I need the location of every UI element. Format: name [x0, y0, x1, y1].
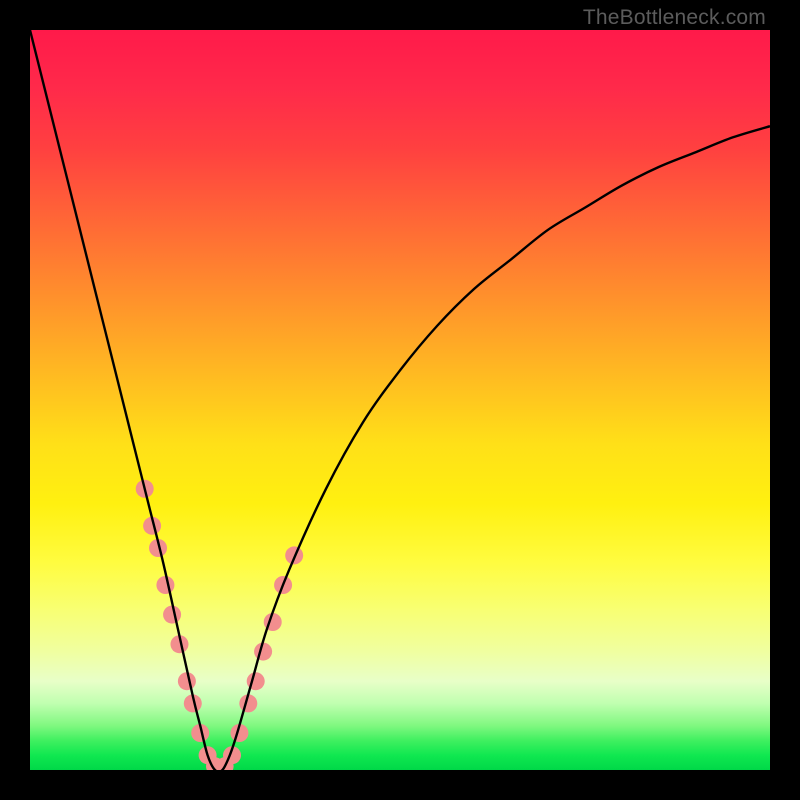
v-curve: [30, 30, 770, 770]
marker-group: [136, 480, 303, 770]
chart-frame: TheBottleneck.com: [0, 0, 800, 800]
marker-dot: [163, 606, 181, 624]
marker-dot: [156, 576, 174, 594]
curve-layer: [30, 30, 770, 770]
watermark-text: TheBottleneck.com: [583, 6, 766, 30]
plot-area: [30, 30, 770, 770]
